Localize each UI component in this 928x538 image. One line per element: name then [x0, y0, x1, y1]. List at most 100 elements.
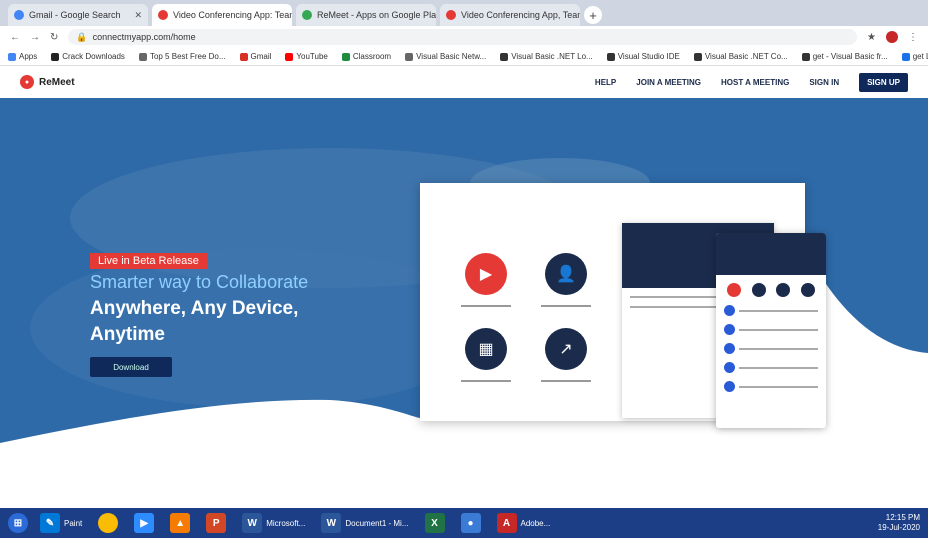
hero-heading-line1: Anywhere, Any Device,	[90, 298, 299, 319]
bookmark-icon	[138, 52, 147, 61]
list-item	[724, 381, 818, 392]
browser-tab[interactable]: ReMeet - Apps on Google Play ✕	[296, 4, 436, 26]
bookmark-icon	[693, 52, 702, 61]
vlc-icon: ▲	[170, 513, 191, 533]
word-icon: W	[321, 513, 342, 533]
video-icon	[727, 283, 742, 297]
browser-tab-bar: Gmail - Google Search ✕ Video Conferenci…	[0, 0, 928, 26]
taskbar-item[interactable]: W Microsoft...	[238, 512, 309, 534]
browser-tab-active[interactable]: Video Conferencing App: Team ✕	[152, 4, 292, 26]
sign-up-button[interactable]: SIGN UP	[859, 72, 908, 92]
bookmark-item[interactable]: Visual Studio IDE	[606, 52, 680, 61]
bookmark-icon	[500, 52, 509, 61]
taskbar-item[interactable]	[94, 512, 122, 534]
bookmark-item[interactable]: Visual Basic .NET Co...	[693, 52, 788, 61]
bookmark-item[interactable]: Crack Downloads	[51, 52, 125, 61]
reload-icon[interactable]: ↻	[50, 32, 58, 43]
lock-icon: 🔒	[76, 31, 88, 42]
star-icon[interactable]: ★	[867, 32, 876, 43]
adobe-icon: A	[496, 513, 517, 533]
taskbar-item[interactable]: A Adobe...	[493, 512, 555, 534]
hero-heading-line2: Anytime	[90, 324, 165, 345]
bookmark-item[interactable]: Apps	[8, 52, 37, 61]
app-icon: ●	[460, 513, 481, 533]
list-item	[724, 305, 818, 316]
list-item	[724, 362, 818, 373]
tab-label: Video Conferencing App, Team	[461, 10, 580, 20]
bookmark-icon	[405, 52, 414, 61]
site-header: ● ReMeet HELP JOIN A MEETING HOST A MEET…	[0, 66, 928, 98]
nav-host-meeting[interactable]: HOST A MEETING	[721, 78, 789, 87]
list-item	[724, 343, 818, 354]
apps-grid-icon	[8, 52, 16, 61]
taskbar-item[interactable]: W Document1 - Mi...	[317, 512, 412, 534]
site-nav: HELP JOIN A MEETING HOST A MEETING SIGN …	[595, 72, 908, 92]
bookmark-icon	[801, 52, 810, 61]
browser-tab[interactable]: Gmail - Google Search ✕	[8, 4, 148, 26]
tab-label: Gmail - Google Search	[29, 10, 121, 20]
nav-help[interactable]: HELP	[595, 78, 616, 87]
bookmark-icon	[901, 52, 910, 61]
window-header	[716, 233, 826, 275]
system-clock[interactable]: 12:15 PM 19-Jul-2020	[878, 513, 920, 533]
action-icons-row	[724, 283, 818, 297]
calendar-icon	[776, 283, 791, 297]
logo-text: ReMeet	[39, 76, 75, 88]
tab-label: ReMeet - Apps on Google Play	[317, 10, 436, 20]
close-tab-icon[interactable]: ✕	[134, 10, 142, 21]
bookmark-item[interactable]: get - Visual Basic fr...	[801, 52, 888, 61]
start-button-icon[interactable]: ⊞	[8, 513, 28, 533]
forward-arrow-icon[interactable]: →	[30, 32, 40, 43]
list-item	[724, 324, 818, 335]
url-text: connectmyapp.com/home	[92, 32, 196, 42]
taskbar-item[interactable]: ●	[457, 512, 485, 534]
bookmark-item[interactable]: Visual Basic .NET Lo...	[500, 52, 593, 61]
gmail-icon	[239, 52, 248, 61]
menu-kebab-icon[interactable]: ⋮	[908, 32, 918, 43]
classroom-icon	[341, 52, 350, 61]
share-icon	[800, 283, 815, 297]
icon-caption	[541, 305, 591, 307]
url-input[interactable]: 🔒 connectmyapp.com/home	[68, 29, 858, 45]
download-button[interactable]: Download	[90, 357, 172, 377]
taskbar-item[interactable]: ✎ Paint	[36, 512, 86, 534]
hero-section: Live in Beta Release Smarter way to Coll…	[0, 98, 928, 508]
share-screen-icon[interactable]: ↗	[545, 328, 587, 370]
chrome-icon	[98, 513, 119, 533]
app-favicon-icon	[446, 10, 456, 20]
taskbar-item[interactable]: ▲	[166, 512, 194, 534]
taskbar-item[interactable]: X	[421, 512, 449, 534]
join-meeting-icon[interactable]: 👤	[545, 253, 587, 295]
excel-icon: X	[424, 513, 445, 533]
hero-subheading: Smarter way to Collaborate	[90, 272, 309, 292]
person-icon	[751, 283, 766, 297]
site-logo[interactable]: ● ReMeet	[20, 75, 75, 89]
bookmark-item[interactable]: Visual Basic Netw...	[405, 52, 486, 61]
bookmarks-bar: Apps Crack Downloads Top 5 Best Free Do.…	[0, 48, 928, 66]
bookmark-icon	[51, 52, 60, 61]
back-arrow-icon[interactable]: ←	[10, 32, 20, 43]
bookmark-item[interactable]: get Lecture Links	[901, 52, 928, 61]
video-camera-icon[interactable]: ▶	[465, 253, 507, 295]
zoom-icon: ▶	[134, 513, 155, 533]
windows-taskbar: ⊞ ✎ Paint ▶ ▲ P W Microsoft... W Document1 …	[0, 508, 928, 538]
nav-sign-in[interactable]: SIGN IN	[809, 78, 839, 87]
bookmark-item[interactable]: Classroom	[341, 52, 391, 61]
new-tab-button[interactable]: +	[584, 6, 602, 24]
beta-badge: Live in Beta Release	[90, 253, 207, 269]
taskbar-item[interactable]: ▶	[130, 512, 158, 534]
icon-caption	[461, 380, 511, 382]
tab-label: Video Conferencing App: Team	[173, 10, 292, 20]
bookmark-item[interactable]: YouTube	[285, 52, 328, 61]
word-icon: W	[242, 513, 263, 533]
schedule-calendar-icon[interactable]: ▦	[465, 328, 507, 370]
bookmark-icon	[606, 52, 615, 61]
bookmark-item[interactable]: Top 5 Best Free Do...	[138, 52, 226, 61]
app-favicon-icon	[158, 10, 168, 20]
clock-time: 12:15 PM	[885, 513, 920, 522]
profile-avatar[interactable]	[886, 31, 898, 43]
bookmark-item[interactable]: Gmail	[239, 52, 271, 61]
taskbar-item[interactable]: P	[202, 512, 230, 534]
nav-join-meeting[interactable]: JOIN A MEETING	[636, 78, 701, 87]
browser-tab[interactable]: Video Conferencing App, Team ✕	[440, 4, 580, 26]
